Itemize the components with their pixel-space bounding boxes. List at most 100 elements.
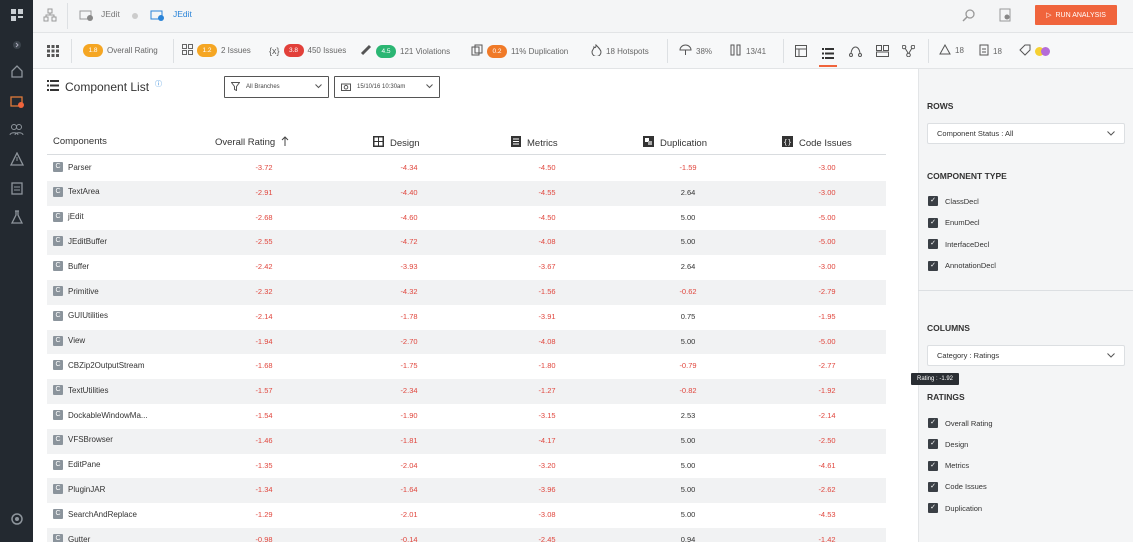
- table-row[interactable]: C CBZip2OutputStream -1.68 -1.75 -1.80 -0.79 -…: [47, 354, 886, 379]
- rating-cell: -3.72: [255, 163, 273, 172]
- metric-violations[interactable]: 4.5 121 Violations: [360, 44, 450, 58]
- rating-cell: -1.29: [255, 510, 273, 520]
- component-name[interactable]: C CBZip2OutputStream: [53, 360, 144, 371]
- grid-menu-icon[interactable]: [47, 44, 59, 62]
- component-type-checkbox[interactable]: ✓ EnumDecl: [928, 217, 980, 228]
- table-row[interactable]: C Primitive -2.32 -4.32 -1.56 -0.62 -2.79: [47, 280, 886, 305]
- component-name[interactable]: C PluginJAR: [53, 484, 105, 495]
- alerts-count[interactable]: 18: [939, 43, 964, 57]
- table-row[interactable]: C JEditBuffer -2.55 -4.72 -4.08 5.00 -5.00: [47, 230, 886, 256]
- component-name[interactable]: C SearchAndReplace: [53, 509, 137, 520]
- table-row[interactable]: C Parser -3.72 -4.34 -4.50 -1.59 -3.00: [47, 156, 886, 181]
- component-name[interactable]: C View: [53, 335, 85, 346]
- component-name[interactable]: CjEdit: [53, 211, 84, 222]
- rating-checkbox[interactable]: ✓ Overall Rating: [928, 418, 993, 428]
- component-name[interactable]: C Primitive: [53, 286, 99, 296]
- table-row[interactable]: C SearchAndReplace -1.29 -2.01 -3.08 5.00 -4.5…: [47, 503, 886, 528]
- component-name[interactable]: C Buffer: [53, 261, 89, 272]
- warning-icon[interactable]: [0, 152, 33, 166]
- columns-select[interactable]: Category : Ratings: [927, 345, 1125, 366]
- sort-arrow-up-icon: [281, 136, 289, 149]
- rating-cell: -1.94: [255, 336, 273, 346]
- metric-design-issues[interactable]: 1.2 2 Issues: [182, 44, 251, 57]
- table-row[interactable]: C Buffer -2.42 -3.93 -3.67 2.64 -3.00: [47, 255, 886, 280]
- rows-select[interactable]: Component Status : All: [927, 123, 1125, 144]
- tags-filter[interactable]: [1019, 44, 1050, 58]
- rating-cell: -0.98: [255, 535, 273, 542]
- component-type-checkbox[interactable]: ✓ ClassDecl: [928, 196, 979, 206]
- flask-icon[interactable]: [0, 210, 33, 224]
- table-row[interactable]: C EditPane -1.35 -2.04 -3.20 5.00 -4.61: [47, 454, 886, 479]
- table-row[interactable]: CjEdit -2.68 -4.60 -4.50 5.00 -5.00: [47, 206, 886, 231]
- table-row[interactable]: C PluginJAR -1.34 -1.64 -3.96 5.00 -2.62: [47, 478, 886, 504]
- breadcrumb-active[interactable]: JEdit: [173, 9, 192, 19]
- component-type-checkbox[interactable]: ✓ InterfaceDecl: [928, 239, 989, 249]
- table-row[interactable]: C DockableWindowMa... -1.54 -1.90 -3.15 2.53 -…: [47, 404, 886, 429]
- date-filter-dropdown[interactable]: 15/10/16 10:30am: [334, 76, 440, 98]
- metric-duplication[interactable]: 0.2 11% Duplication: [471, 44, 568, 58]
- rating-cell: -4.08: [538, 237, 556, 247]
- rating-cell: -2.14: [818, 411, 836, 420]
- column-header-duplication[interactable]: Duplication: [643, 136, 707, 150]
- component-name[interactable]: C Gutter: [53, 534, 90, 542]
- column-header-overall-rating[interactable]: Overall Rating: [215, 136, 289, 149]
- logo-icon[interactable]: [0, 8, 33, 22]
- view-graph-icon[interactable]: [846, 42, 864, 60]
- component-name[interactable]: C TextUtilities: [53, 385, 108, 396]
- column-header-metrics[interactable]: Metrics: [511, 136, 558, 150]
- component-name[interactable]: C Parser: [53, 162, 92, 172]
- expand-icon[interactable]: [0, 40, 33, 50]
- table-row[interactable]: C GUIUtilities -2.14 -1.78 -3.91 0.75 -1.95: [47, 305, 886, 330]
- hierarchy-icon[interactable]: [43, 8, 57, 27]
- metric-code-issues[interactable]: {x} 3.8 450 Issues: [269, 44, 346, 57]
- checkbox-checked-icon: ✓: [928, 460, 938, 471]
- rating-cell: -3.15: [538, 411, 556, 420]
- clipboard-icon[interactable]: [0, 181, 33, 195]
- view-layout-icon[interactable]: [792, 42, 810, 60]
- metrics-icon: [511, 136, 521, 150]
- search-icon[interactable]: [962, 8, 976, 27]
- component-name[interactable]: C JEditBuffer: [53, 236, 107, 247]
- users-icon[interactable]: [0, 122, 33, 136]
- rating-checkbox[interactable]: ✓ Metrics: [928, 460, 969, 471]
- component-name[interactable]: C GUIUtilities: [53, 310, 108, 321]
- rating-cell: -1.56: [538, 287, 556, 296]
- metric-coverage[interactable]: 38%: [679, 44, 712, 58]
- export-icon[interactable]: [999, 8, 1011, 27]
- breadcrumb-project[interactable]: JEdit: [101, 9, 120, 19]
- tasks-count[interactable]: 18: [979, 44, 1002, 58]
- table-row[interactable]: C TextArea -2.91 -4.40 -4.55 2.64 -3.00: [47, 180, 886, 206]
- branch-filter-dropdown[interactable]: All Branches: [224, 76, 329, 98]
- table-row[interactable]: C TextUtilities -1.57 -2.34 -1.27 -0.82 -1.92: [47, 379, 886, 404]
- view-treemap-icon[interactable]: [873, 42, 891, 60]
- class-icon: C: [53, 261, 63, 272]
- column-header-design[interactable]: Design: [373, 136, 420, 150]
- checkbox-checked-icon: ✓: [928, 503, 938, 514]
- metric-overall-rating[interactable]: 1.8 Overall Rating: [83, 44, 158, 57]
- info-icon[interactable]: ⓘ: [155, 79, 162, 89]
- projects-icon[interactable]: [0, 94, 33, 108]
- rating-checkbox[interactable]: ✓ Code Issues: [928, 481, 987, 492]
- component-type-checkbox[interactable]: ✓ AnnotationDecl: [928, 260, 996, 271]
- class-icon: C: [53, 534, 63, 542]
- component-name[interactable]: C DockableWindowMa...: [53, 410, 148, 420]
- table-row[interactable]: C VFSBrowser -1.46 -1.81 -4.17 5.00 -2.50: [47, 428, 886, 454]
- rating-checkbox[interactable]: ✓ Design: [928, 439, 968, 450]
- rating-cell: -2.68: [255, 212, 273, 222]
- settings-icon[interactable]: [0, 512, 33, 526]
- view-network-icon[interactable]: [899, 42, 917, 60]
- home-icon[interactable]: [0, 64, 33, 78]
- rating-cell: -1.80: [538, 361, 556, 371]
- table-row[interactable]: C Gutter -0.98 -0.14 -2.45 0.94 -1.42: [47, 528, 886, 542]
- rating-checkbox[interactable]: ✓ Duplication: [928, 503, 982, 514]
- component-name[interactable]: C VFSBrowser: [53, 434, 113, 445]
- component-name[interactable]: C TextArea: [53, 186, 100, 197]
- column-header-code-issues[interactable]: {} Code Issues: [782, 136, 852, 150]
- view-list-icon[interactable]: [819, 41, 837, 67]
- component-name[interactable]: C EditPane: [53, 459, 100, 470]
- metric-hotspots[interactable]: 18 Hotspots: [591, 43, 649, 58]
- run-analysis-button[interactable]: ▷ RUN ANALYSIS: [1035, 5, 1117, 25]
- metric-tests[interactable]: 13/41: [730, 44, 766, 58]
- column-header-components[interactable]: Components: [53, 136, 107, 147]
- table-row[interactable]: C View -1.94 -2.70 -4.08 5.00 -5.00: [47, 329, 886, 355]
